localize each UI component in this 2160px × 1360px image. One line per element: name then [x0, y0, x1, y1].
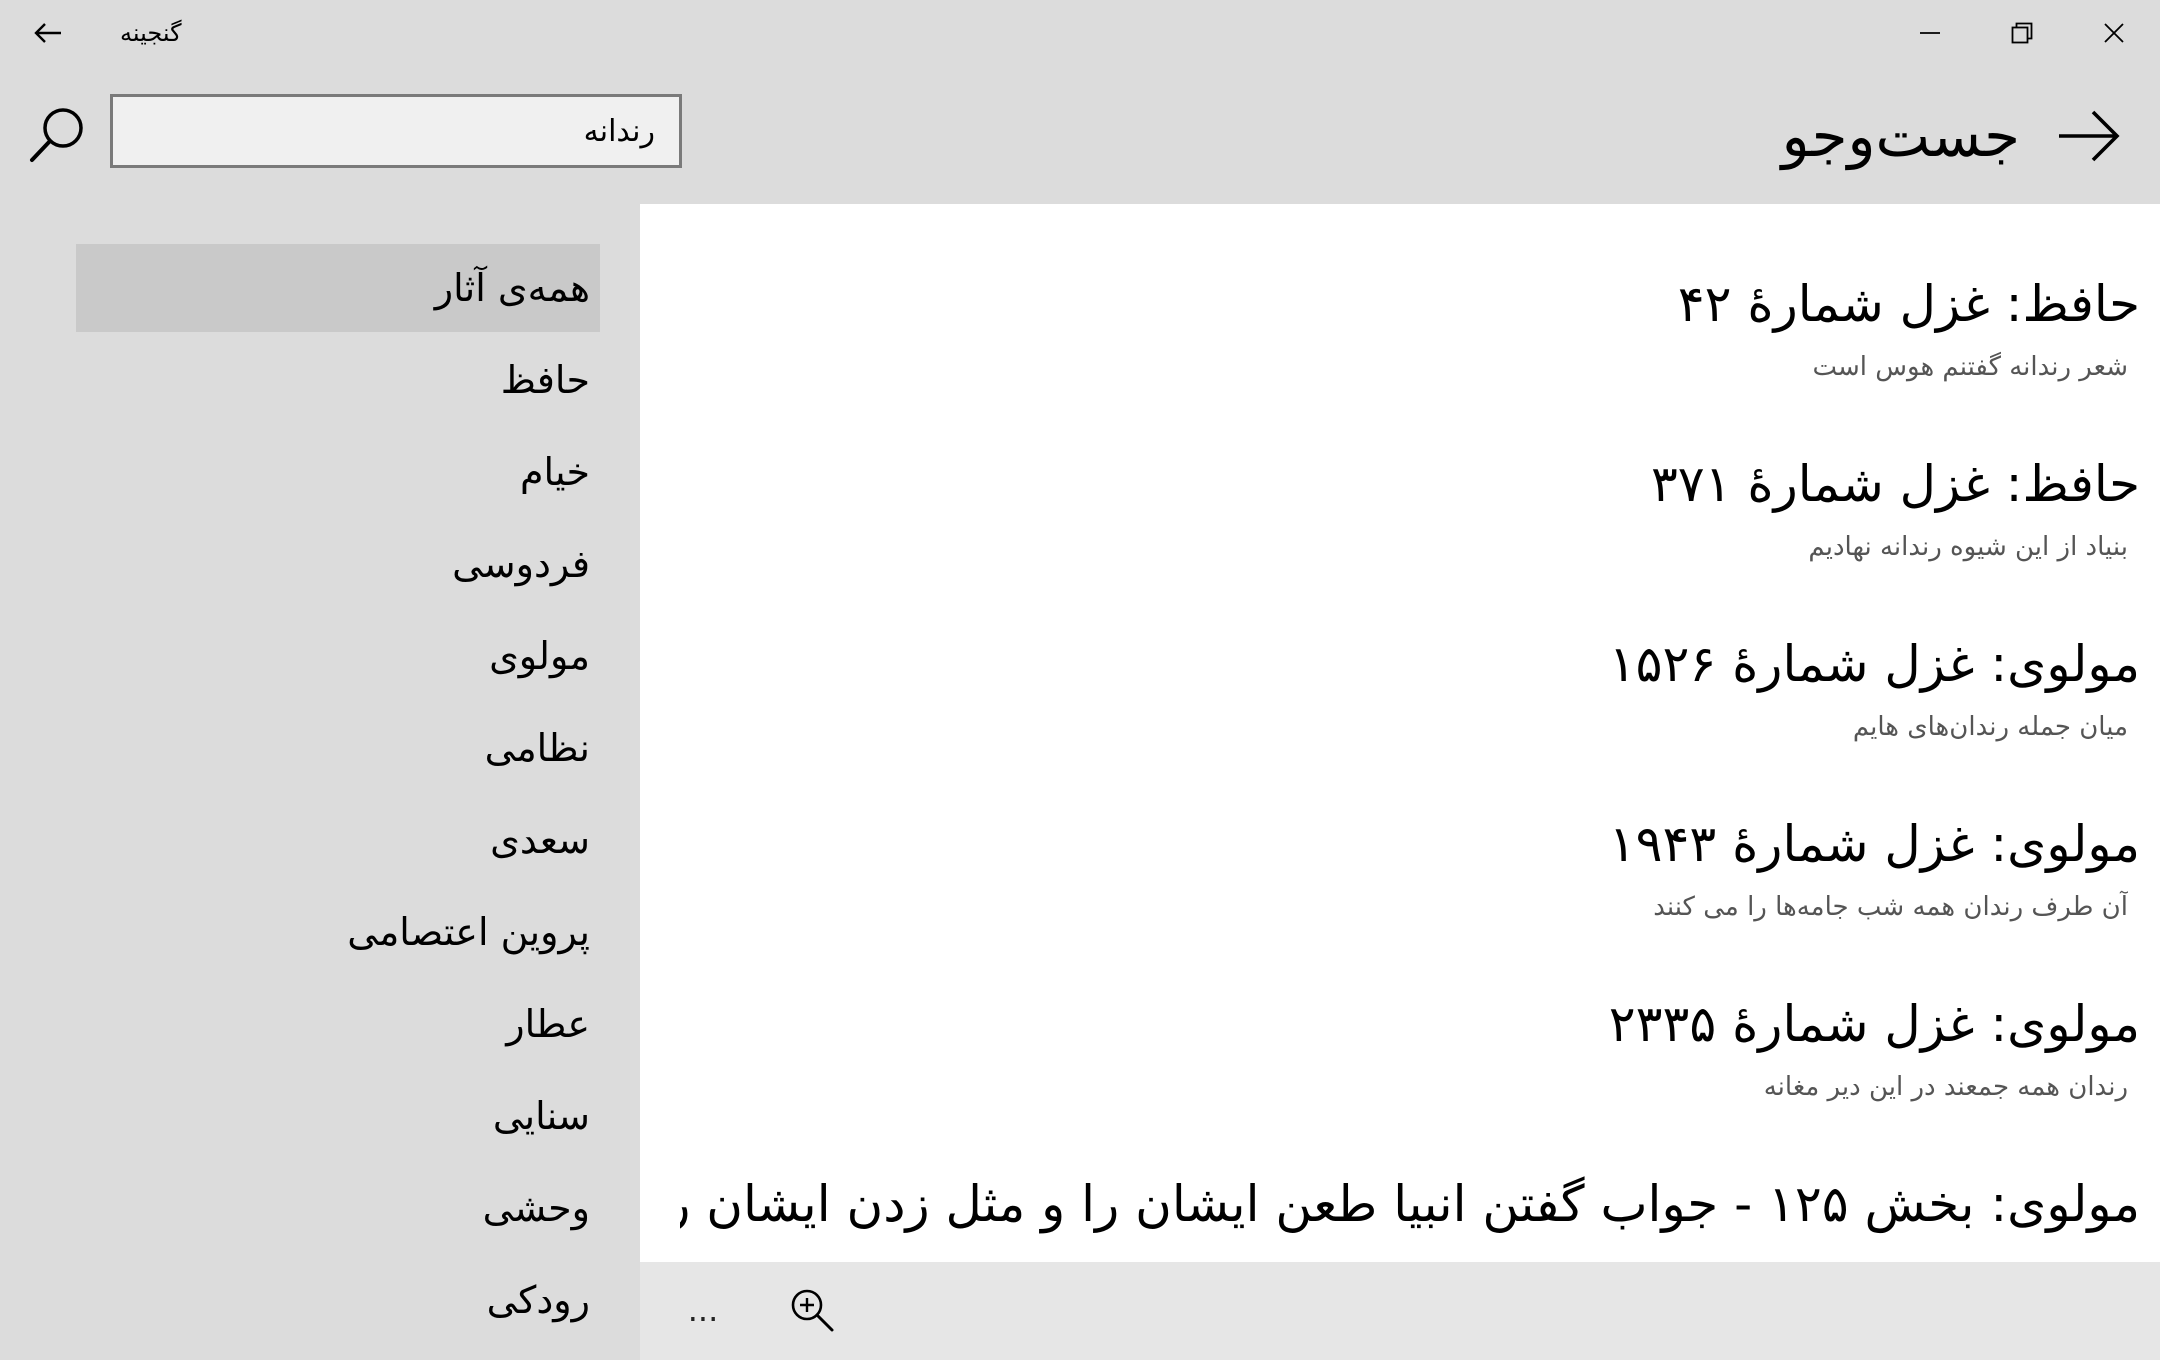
zoom-button[interactable] — [780, 1278, 844, 1342]
title-bar: گنجینه — [0, 0, 2160, 66]
poet-item-sanai[interactable]: سنایی — [76, 1072, 600, 1160]
result-excerpt: آن طرف رندان همه شب جامه‌ها را می کنند — [1653, 892, 2128, 922]
result-title: مولوی: غزل شمارهٔ ۱۹۴۳ — [1608, 815, 2140, 873]
poet-item-parvin[interactable]: پروین اعتصامی — [76, 888, 600, 976]
result-title: مولوی: غزل شمارهٔ ۱۵۲۶ — [1608, 635, 2140, 693]
poet-list: همه‌ی آثار حافظ خیام فردوسی مولوی نظامی … — [0, 204, 640, 1360]
result-title: حافظ: غزل شمارهٔ ۴۲ — [1677, 275, 2140, 333]
poet-item-hafez[interactable]: حافظ — [76, 336, 600, 424]
poet-item-khayyam[interactable]: خیام — [76, 428, 600, 516]
restore-icon — [2011, 22, 2033, 44]
poet-item-ferdowsi[interactable]: فردوسی — [76, 520, 600, 608]
restore-button[interactable] — [1976, 0, 2068, 66]
minimize-icon — [1920, 32, 1940, 34]
poet-item-all[interactable]: همه‌ی آثار — [76, 244, 600, 332]
search-input[interactable] — [110, 94, 682, 168]
search-header: جست‌وجو — [0, 66, 2160, 204]
arrow-right-icon — [2059, 110, 2120, 162]
result-excerpt: شعر رندانه گفتنم هوس است — [1812, 352, 2128, 382]
poet-item-vahshi[interactable]: وحشی — [76, 1164, 600, 1252]
search-button[interactable] — [22, 98, 94, 170]
forward-button[interactable] — [2054, 106, 2124, 166]
search-results: حافظ: غزل شمارهٔ ۴۲ شعر رندانه گفتنم هوس… — [640, 204, 2160, 1262]
result-excerpt: بنیاد از این شیوه رندانه نهادیم — [1808, 532, 2128, 562]
minimize-button[interactable] — [1884, 0, 1976, 66]
command-bar: ... — [640, 1262, 2160, 1360]
app-title: گنجینه — [120, 19, 182, 47]
poet-item-nezami[interactable]: نظامی — [76, 704, 600, 792]
poet-item-rudaki[interactable]: رودکی — [76, 1256, 600, 1344]
zoom-in-icon — [791, 1289, 834, 1332]
more-options-button[interactable]: ... — [670, 1282, 736, 1338]
poet-item-molavi[interactable]: مولوی — [76, 612, 600, 700]
result-excerpt: میان جمله رندان‌های هایم — [1852, 712, 2128, 742]
back-button[interactable] — [22, 12, 74, 54]
page-title: جست‌وجو — [1781, 102, 2020, 170]
poet-item-attar[interactable]: عطار — [76, 980, 600, 1068]
result-title: مولوی: غزل شمارهٔ ۲۳۳۵ — [1608, 995, 2140, 1053]
poet-item-saadi[interactable]: سعدی — [76, 796, 600, 884]
search-icon — [30, 108, 83, 162]
result-title: مولوی: بخش ۱۲۵ - جواب گفتن انبیا طعن ایش… — [680, 1175, 2140, 1233]
result-excerpt: رندان همه جمعند در این دیر مغانه — [1763, 1072, 2128, 1102]
close-button[interactable] — [2068, 0, 2160, 66]
result-title: حافظ: غزل شمارهٔ ۳۷۱ — [1650, 455, 2140, 513]
close-icon — [2104, 23, 2124, 43]
arrow-left-icon — [34, 23, 61, 43]
